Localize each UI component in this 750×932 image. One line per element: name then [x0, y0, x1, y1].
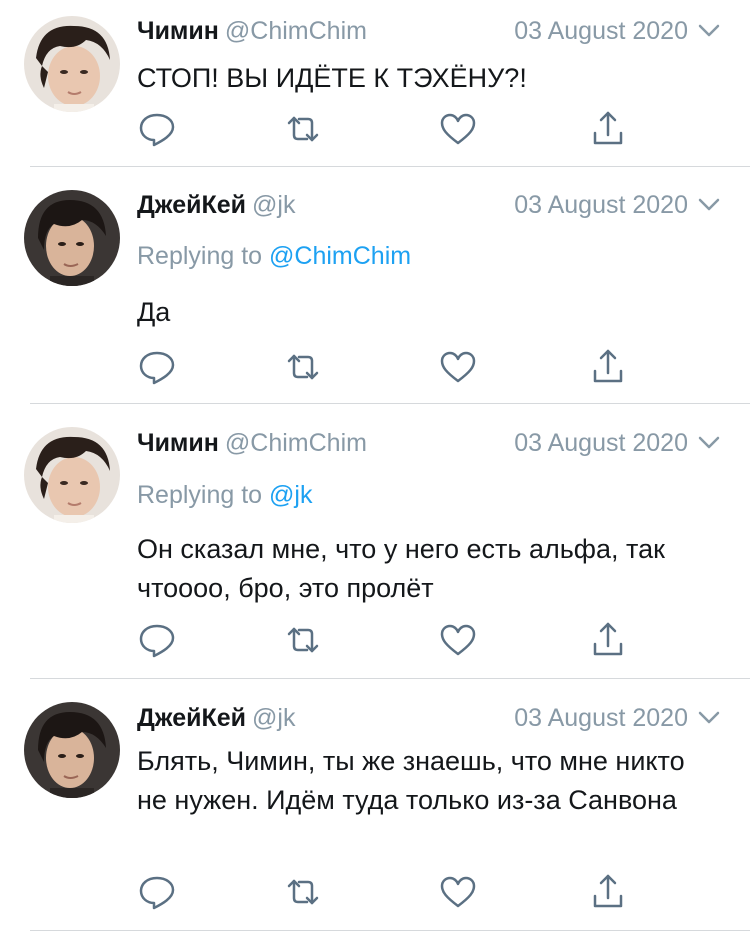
replying-to: Replying to @jk	[137, 481, 312, 510]
author-handle[interactable]: @jk	[252, 191, 295, 219]
chevron-down-icon[interactable]	[698, 435, 720, 451]
avatar[interactable]	[24, 190, 120, 286]
tweet-text: СТОП! ВЫ ИДЁТЕ К ТЭХЁНУ?!	[137, 63, 527, 93]
divider	[30, 930, 750, 931]
author-handle[interactable]: @ChimChim	[225, 429, 367, 457]
tweet[interactable]: Чимин @ChimChim 03 August 2020 Replying t…	[0, 404, 750, 678]
retweet-icon[interactable]	[283, 347, 323, 387]
like-icon[interactable]	[438, 872, 478, 912]
author-name[interactable]: ДжейКей	[137, 704, 246, 732]
reply-icon[interactable]	[137, 109, 177, 149]
like-icon[interactable]	[438, 347, 478, 387]
author-name[interactable]: ДжейКей	[137, 191, 246, 219]
retweet-icon[interactable]	[283, 109, 323, 149]
share-icon[interactable]	[588, 872, 628, 912]
tweet-date: 03 August 2020	[514, 704, 688, 732]
share-icon[interactable]	[588, 109, 628, 149]
avatar[interactable]	[24, 702, 120, 798]
avatar[interactable]	[24, 427, 120, 523]
mention-link[interactable]: @jk	[269, 481, 312, 509]
tweet-actions	[137, 347, 637, 387]
share-icon[interactable]	[588, 347, 628, 387]
chevron-down-icon[interactable]	[698, 197, 720, 213]
reply-icon[interactable]	[137, 347, 177, 387]
tweet[interactable]: ДжейКей @jk 03 August 2020 Replying to @C…	[0, 167, 750, 403]
reply-icon[interactable]	[137, 620, 177, 660]
share-icon[interactable]	[588, 620, 628, 660]
tweet-thread: Чимин @ChimChim 03 August 2020 СТОП! ВЫ И…	[0, 0, 750, 932]
tweet[interactable]: Чимин @ChimChim 03 August 2020 СТОП! ВЫ И…	[0, 0, 750, 166]
author-name[interactable]: Чимин	[137, 429, 219, 457]
like-icon[interactable]	[438, 620, 478, 660]
chevron-down-icon[interactable]	[698, 710, 720, 726]
tweet-date: 03 August 2020	[514, 429, 688, 457]
replying-to: Replying to @ChimChim	[137, 242, 411, 271]
avatar[interactable]	[24, 16, 120, 112]
tweet-date: 03 August 2020	[514, 17, 688, 45]
tweet-actions	[137, 872, 637, 912]
tweet-header: ДжейКей @jk 03 August 2020	[137, 191, 720, 227]
tweet-actions	[137, 620, 637, 660]
tweet-text: Да	[137, 297, 171, 327]
author-handle[interactable]: @jk	[252, 704, 295, 732]
tweet-text: Он сказал мне, что у него есть альфа, та…	[137, 534, 665, 603]
replying-prefix: Replying to	[137, 242, 263, 270]
retweet-icon[interactable]	[283, 872, 323, 912]
reply-icon[interactable]	[137, 872, 177, 912]
tweet-actions	[137, 109, 637, 149]
tweet-header: Чимин @ChimChim 03 August 2020	[137, 17, 720, 53]
tweet-header: ДжейКей @jk 03 August 2020	[137, 704, 720, 740]
chevron-down-icon[interactable]	[698, 23, 720, 39]
tweet-text: Блять, Чимин, ты же знаешь, что мне никт…	[137, 746, 685, 815]
mention-link[interactable]: @ChimChim	[269, 242, 411, 270]
author-name[interactable]: Чимин	[137, 17, 219, 45]
replying-prefix: Replying to	[137, 481, 263, 509]
tweet-date: 03 August 2020	[514, 191, 688, 219]
like-icon[interactable]	[438, 109, 478, 149]
tweet-header: Чимин @ChimChim 03 August 2020	[137, 429, 720, 465]
author-handle[interactable]: @ChimChim	[225, 17, 367, 45]
tweet[interactable]: ДжейКей @jk 03 August 2020 Блять, Чимин, …	[0, 679, 750, 930]
retweet-icon[interactable]	[283, 620, 323, 660]
